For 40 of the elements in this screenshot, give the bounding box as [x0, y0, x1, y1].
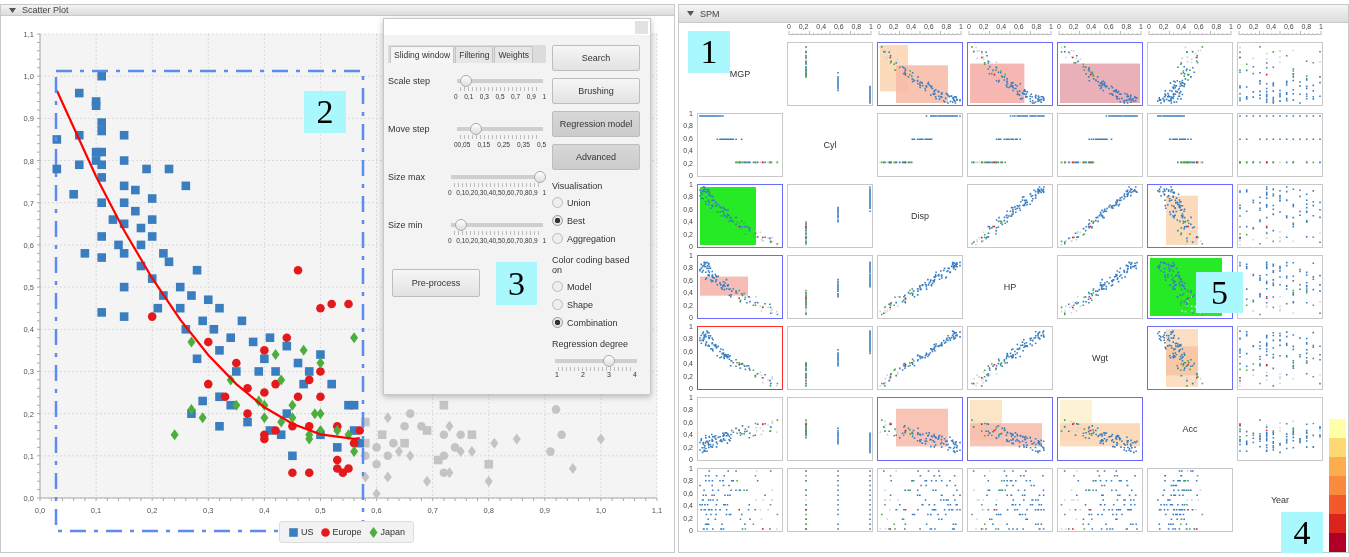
number-label: 1: [688, 31, 730, 73]
legend-label: Europe: [332, 527, 362, 537]
action-button[interactable]: Brushing: [552, 78, 640, 104]
number-label: 5: [1196, 272, 1243, 313]
option-label: Union: [567, 197, 591, 208]
variable-label: Disp: [911, 211, 929, 221]
number-label: 2: [304, 91, 346, 133]
variable-label: Year: [1270, 495, 1290, 505]
option-label: Shape: [567, 299, 594, 310]
panel-header[interactable]: Scatter Plot: [1, 5, 674, 16]
group-label: Visualisation: [552, 181, 604, 191]
slider-label: Size min: [388, 219, 424, 230]
variable-label: MGP: [729, 69, 751, 79]
option-label: Best: [567, 215, 585, 226]
option-label: Combination: [567, 317, 618, 328]
panel-title: Scatter Plot: [22, 5, 69, 15]
group-label: Color coding based on: [552, 255, 631, 275]
action-button[interactable]: Regression model: [552, 111, 640, 137]
tab[interactable]: Sliding window: [390, 46, 455, 63]
slider-label: Move step: [388, 123, 431, 134]
panel-title: SPM: [700, 8, 720, 19]
variable-label: Cyl: [823, 140, 837, 150]
slider-label: Size max: [388, 171, 426, 182]
option-label: Aggregation: [567, 233, 616, 244]
tab[interactable]: Weights: [494, 46, 534, 63]
legend-label: US: [301, 527, 314, 537]
tab[interactable]: Filtering: [455, 46, 494, 63]
action-button[interactable]: Pre-process: [392, 269, 480, 297]
variable-label: Wgt: [1092, 353, 1108, 363]
number-label: 3: [496, 262, 537, 305]
action-button[interactable]: Search: [552, 45, 640, 71]
action-button[interactable]: Advanced: [552, 144, 640, 170]
variable-label: HP: [1003, 282, 1017, 292]
slider-label: Regression degree: [552, 339, 630, 349]
panel-header[interactable]: SPM: [679, 5, 1348, 23]
legend-label: Japan: [380, 527, 406, 537]
variable-label: Acc: [1182, 424, 1198, 434]
option-label: Model: [567, 281, 592, 292]
slider-label: Scale step: [388, 75, 432, 86]
number-label: 4: [1281, 512, 1323, 553]
